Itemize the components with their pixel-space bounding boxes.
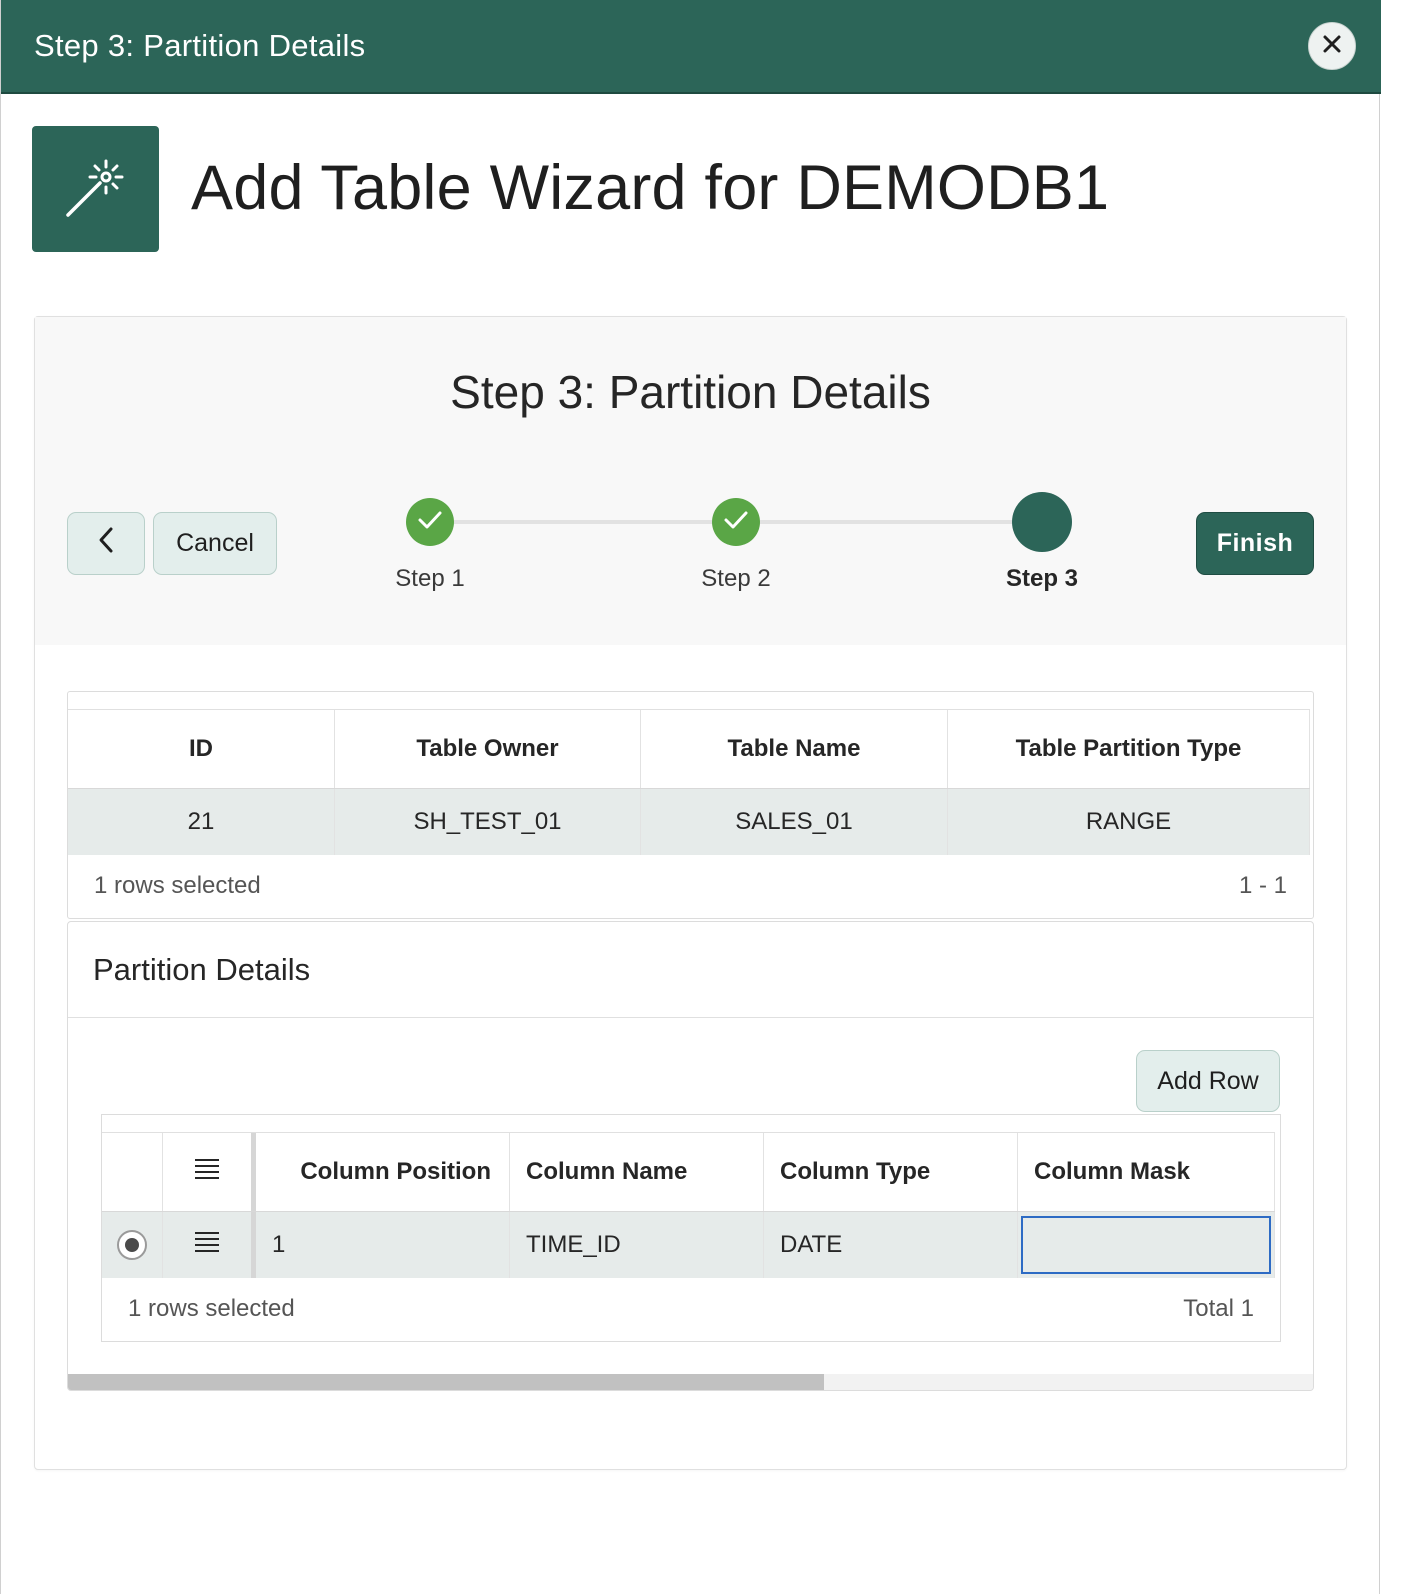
menu-icon	[194, 1158, 220, 1187]
column-header-table-name[interactable]: Table Name	[641, 710, 948, 788]
column-header-table-owner[interactable]: Table Owner	[335, 710, 641, 788]
column-header-column-position[interactable]: Column Position	[256, 1133, 510, 1211]
cell-column-mask[interactable]	[1018, 1212, 1275, 1278]
cell-table-partition-type[interactable]: RANGE	[948, 789, 1310, 855]
progress-track-1	[430, 520, 736, 524]
partition-details-region: Partition Details Add Row Column Positio…	[67, 921, 1314, 1391]
cell-column-position[interactable]: 1	[256, 1212, 510, 1278]
row-select-radio[interactable]	[117, 1230, 147, 1260]
wizard-region: Step 3: Partition Details Cancel Step 1	[34, 316, 1347, 1470]
cancel-button[interactable]: Cancel	[153, 512, 277, 575]
table-row[interactable]: 1 TIME_ID DATE	[102, 1212, 1275, 1278]
column-header-table-partition-type[interactable]: Table Partition Type	[948, 710, 1310, 788]
step-2-complete-indicator	[712, 498, 760, 546]
step-3-current-indicator	[1012, 492, 1072, 552]
menu-icon	[194, 1231, 220, 1260]
partition-grid-header: Column Position Column Name Column Type …	[102, 1132, 1275, 1212]
scrollbar-thumb[interactable]	[68, 1374, 824, 1390]
partition-details-grid: Column Position Column Name Column Type …	[101, 1114, 1281, 1342]
selector-header	[102, 1133, 163, 1211]
cell-column-name[interactable]: TIME_ID	[510, 1212, 764, 1278]
cell-column-type[interactable]: DATE	[764, 1212, 1018, 1278]
magic-wand-icon	[32, 126, 159, 252]
selection-count: 1 rows selected	[128, 1295, 295, 1322]
selection-count: 1 rows selected	[94, 872, 261, 899]
row-actions-menu[interactable]	[163, 1212, 256, 1278]
chevron-left-icon	[96, 526, 116, 561]
progress-track-2	[736, 520, 1042, 524]
step-3-label: Step 3	[1005, 565, 1079, 592]
row-selector[interactable]	[102, 1212, 163, 1278]
add-row-button[interactable]: Add Row	[1136, 1050, 1280, 1112]
column-header-column-name[interactable]: Column Name	[510, 1133, 764, 1211]
row-total: Total 1	[1183, 1295, 1254, 1322]
table-row[interactable]: 21 SH_TEST_01 SALES_01 RANGE	[68, 789, 1310, 855]
wizard-dialog: Step 3: Partition Details Add Table Wiza…	[0, 0, 1381, 1594]
step-1-complete-indicator	[406, 498, 454, 546]
wizard-header: Step 3: Partition Details Cancel Step 1	[35, 317, 1346, 645]
column-header-id[interactable]: ID	[68, 710, 335, 788]
column-header-column-mask[interactable]: Column Mask	[1018, 1133, 1275, 1211]
back-button[interactable]	[67, 512, 145, 575]
table-grid: ID Table Owner Table Name Table Partitio…	[67, 691, 1314, 919]
horizontal-scrollbar[interactable]	[68, 1374, 1313, 1390]
check-icon	[723, 510, 749, 535]
step-1-label: Step 1	[395, 565, 465, 592]
close-icon	[1321, 33, 1343, 60]
table-grid-footer: 1 rows selected 1 - 1	[68, 855, 1313, 917]
close-button[interactable]	[1308, 22, 1356, 70]
pagination-range: 1 - 1	[1238, 872, 1287, 899]
table-grid-header: ID Table Owner Table Name Table Partitio…	[68, 709, 1310, 789]
finish-button[interactable]: Finish	[1196, 512, 1314, 575]
dialog-title: Step 3: Partition Details	[34, 28, 366, 63]
page-title: Add Table Wizard for DEMODB1	[191, 153, 1110, 223]
cell-table-owner[interactable]: SH_TEST_01	[335, 789, 641, 855]
cell-table-name[interactable]: SALES_01	[641, 789, 948, 855]
partition-details-header: Partition Details	[68, 922, 1313, 1018]
column-mask-input[interactable]	[1021, 1216, 1271, 1274]
check-icon	[417, 510, 443, 535]
cell-id[interactable]: 21	[68, 789, 335, 855]
partition-grid-footer: 1 rows selected Total 1	[102, 1278, 1280, 1340]
row-actions-header[interactable]	[163, 1133, 256, 1211]
column-header-column-type[interactable]: Column Type	[764, 1133, 1018, 1211]
partition-details-title: Partition Details	[93, 952, 311, 987]
wizard-heading: Step 3: Partition Details	[450, 366, 931, 418]
dialog-titlebar: Step 3: Partition Details	[1, 0, 1381, 94]
step-2-label: Step 2	[701, 565, 771, 592]
